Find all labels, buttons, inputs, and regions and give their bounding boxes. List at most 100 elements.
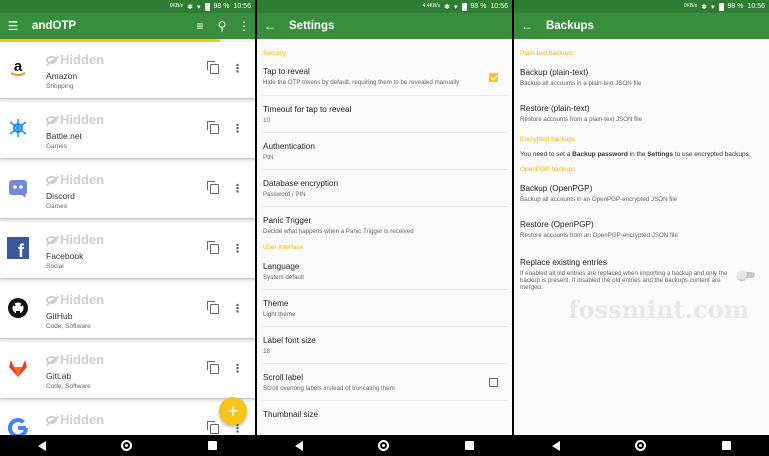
setting-summary: 10 <box>263 117 270 124</box>
recents-nav-icon[interactable] <box>465 441 475 450</box>
item-title: Backup (plain-text) <box>520 68 589 77</box>
restore-openpgp-item[interactable]: Restore (OpenPGP) Restore accounts from … <box>520 214 765 258</box>
account-label: Discord <box>46 191 75 201</box>
back-nav-icon[interactable] <box>551 440 560 451</box>
copy-icon[interactable] <box>207 421 219 434</box>
more-options-icon[interactable]: ⋮ <box>232 242 243 255</box>
setting-timeout[interactable]: Timeout for tap to reveal 10 <box>263 96 508 133</box>
account-tags: Games <box>46 203 67 210</box>
amazon-logo: a <box>6 56 30 80</box>
back-arrow-icon[interactable]: ← <box>516 19 538 33</box>
hidden-token[interactable]: Hidden <box>46 172 104 187</box>
accounts-screen: 0KB/s ✱ ▾ 98 % 10:56 ☰ andOTP ≡ ⚲ ⋮ a Hid… <box>0 0 255 456</box>
item-summary: Backup all accounts in an OpenPGP-encryp… <box>520 196 678 203</box>
recents-nav-icon[interactable] <box>208 441 218 450</box>
setting-thumbnail-size[interactable]: Thumbnail size <box>263 401 508 438</box>
add-account-button[interactable]: + <box>219 397 247 425</box>
encrypted-backups-message: You need to set a Backup password in the… <box>520 151 769 158</box>
copy-icon[interactable] <box>207 361 219 374</box>
account-card[interactable]: a Hidden Amazon Shopping ⋮ <box>0 42 255 98</box>
network-speed: 0KB/s <box>683 3 698 9</box>
setting-title: Label font size <box>263 336 316 345</box>
more-options-icon[interactable]: ⋮ <box>232 302 243 315</box>
settings-list: Security Tap to reveal Hide the OTP toke… <box>257 42 512 438</box>
setting-authentication[interactable]: Authentication PIN <box>263 133 508 170</box>
hidden-token[interactable]: Hidden <box>46 352 104 367</box>
hidden-token[interactable]: Hidden <box>46 52 104 67</box>
copy-icon[interactable] <box>207 61 219 74</box>
eye-off-icon <box>46 235 57 244</box>
app-title: andOTP <box>32 20 77 32</box>
eye-off-icon <box>46 415 57 424</box>
svg-text:f: f <box>18 241 25 259</box>
network-speed: 4.4KB/s <box>422 3 441 9</box>
setting-scroll-label[interactable]: Scroll label Scroll overlong labels inst… <box>263 364 508 401</box>
recents-nav-icon[interactable] <box>722 441 732 450</box>
setting-summary: System default <box>263 274 304 281</box>
eye-off-icon <box>46 355 57 364</box>
more-options-icon[interactable]: ⋮ <box>232 182 243 195</box>
page-title: Settings <box>289 20 335 32</box>
setting-title: Language <box>263 262 300 271</box>
setting-tap-to-reveal[interactable]: Tap to reveal Hide the OTP tokens by def… <box>263 62 508 96</box>
hidden-token[interactable]: Hidden <box>46 412 104 427</box>
hidden-label: Hidden <box>60 352 105 367</box>
setting-panic-trigger[interactable]: Panic Trigger Decide what happens when a… <box>263 207 508 244</box>
copy-icon[interactable] <box>207 241 219 254</box>
setting-title: Timeout for tap to reveal <box>263 105 352 114</box>
overflow-menu-icon[interactable]: ⋮ <box>233 19 255 33</box>
svg-text:a: a <box>14 58 23 75</box>
hidden-token[interactable]: Hidden <box>46 232 104 247</box>
hidden-token[interactable]: Hidden <box>46 292 104 307</box>
backup-openpgp-item[interactable]: Backup (OpenPGP) Backup all accounts in … <box>520 178 765 214</box>
account-card[interactable]: Hidden Discord Games ⋮ <box>0 162 255 218</box>
home-nav-icon[interactable] <box>121 440 133 451</box>
back-arrow-icon[interactable]: ← <box>259 19 281 33</box>
account-card[interactable]: f Hidden Facebook Social ⋮ <box>0 222 255 278</box>
status-bar: 0KB/s ✱ ▾ 98 % 10:56 <box>0 0 255 13</box>
setting-theme[interactable]: Theme Light theme <box>263 290 508 327</box>
account-label: Facebook <box>46 251 84 261</box>
item-summary: Restore accounts from a plain-text JSON … <box>520 116 643 123</box>
more-options-icon[interactable]: ⋮ <box>232 122 243 135</box>
section-header-openpgp: OpenPGP backups <box>520 166 576 173</box>
scroll-label-checkbox[interactable] <box>489 378 498 387</box>
tap-to-reveal-checkbox[interactable] <box>489 73 498 82</box>
home-nav-icon[interactable] <box>635 440 647 451</box>
setting-language[interactable]: Language System default <box>263 256 508 290</box>
backups-screen: 0KB/s ✱ ▾ 98 % 10:56 ← Backups Plain-tex… <box>514 0 769 456</box>
backup-plain-item[interactable]: Backup (plain-text) Backup all accounts … <box>520 62 765 98</box>
setting-title: Authentication <box>263 142 315 151</box>
replace-entries-item[interactable]: Replace existing entries If enabled all … <box>520 258 765 298</box>
more-options-icon[interactable]: ⋮ <box>232 62 243 75</box>
copy-icon[interactable] <box>207 121 219 134</box>
copy-icon[interactable] <box>207 301 219 314</box>
message-text: to use encrypted backups. <box>672 151 751 158</box>
search-icon[interactable]: ⚲ <box>211 19 233 33</box>
copy-icon[interactable] <box>207 181 219 194</box>
back-nav-icon[interactable] <box>37 440 46 451</box>
account-card[interactable]: Hidden GitHub Code, Software ⋮ <box>0 282 255 338</box>
setting-label-font-size[interactable]: Label font size 18 <box>263 327 508 364</box>
item-summary: If enabled all old entries are replaced … <box>520 270 728 291</box>
setting-db-encryption[interactable]: Database encryption Password / PIN <box>263 170 508 207</box>
sort-icon[interactable]: ≡ <box>189 19 211 33</box>
account-card[interactable]: Hidden Battle.net Games ⋮ <box>0 102 255 158</box>
hidden-label: Hidden <box>60 232 105 247</box>
menu-icon[interactable]: ☰ <box>2 19 24 33</box>
section-header-encrypted: Encrypted backups <box>520 136 576 143</box>
setting-title: Theme <box>263 299 289 308</box>
restore-plain-item[interactable]: Restore (plain-text) Restore accounts fr… <box>520 98 765 134</box>
battery-icon <box>461 2 467 11</box>
network-speed: 0KB/s <box>169 3 184 9</box>
home-nav-icon[interactable] <box>378 440 390 451</box>
hidden-token[interactable]: Hidden <box>46 112 104 127</box>
bluetooth-icon: ✱ <box>187 3 193 11</box>
section-header-security: Security <box>263 50 287 57</box>
account-card[interactable]: Hidden GitLab Code, Software ⋮ <box>0 342 255 398</box>
more-options-icon[interactable]: ⋮ <box>232 362 243 375</box>
app-bar: ← Backups <box>514 13 769 39</box>
back-nav-icon[interactable] <box>294 440 303 451</box>
replace-entries-toggle[interactable] <box>737 270 755 280</box>
message-text: in the <box>627 151 648 158</box>
